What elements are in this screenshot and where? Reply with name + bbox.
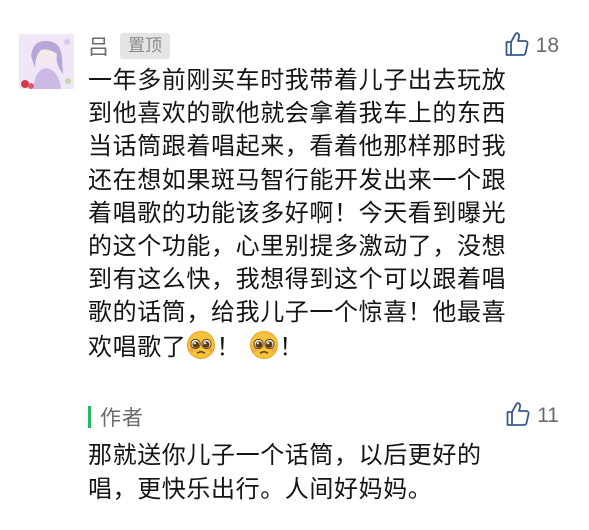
comment-line: 还在想如果斑马智行能开发出来一个跟 — [88, 165, 507, 194]
reply-author-name: 作者 — [100, 406, 144, 430]
thumbs-up-icon — [504, 31, 530, 61]
comment-line: 着唱歌的功能该多好啊！今天看到曝光 — [88, 198, 507, 227]
pleading-face-emoji-icon — [249, 330, 279, 360]
comment-line-text: 欢唱歌了 — [88, 332, 187, 361]
comment-author-name[interactable]: 吕 — [88, 31, 110, 61]
comment-line: 当话筒跟着唱起来，看着他那样那时我 — [88, 132, 507, 161]
comment-header: 吕 置顶 — [88, 30, 170, 62]
reply-body: 那就送你儿子一个话筒，以后更好的 唱，更快乐出行。人间好妈妈。 — [88, 438, 538, 506]
comment-last-line: 欢唱歌了 ！ ！ — [88, 330, 568, 364]
pinned-badge: 置顶 — [120, 33, 170, 59]
reply-like-count: 11 — [537, 404, 559, 427]
pleading-face-emoji-icon — [186, 330, 216, 360]
comment-line: 一年多前刚买车时我带着儿子出去玩放 — [88, 66, 507, 94]
reply-accent-bar — [88, 406, 91, 428]
thumbs-up-icon — [505, 401, 531, 431]
comment-body: 一年多前刚买车时我带着儿子出去玩放 到他喜欢的歌他就会拿着我车上的东西 当话筒跟着唱… — [88, 64, 568, 364]
reply-line: 唱，更快乐出行。人间好妈妈。 — [88, 475, 433, 503]
comment-line-text: ！ — [279, 332, 304, 361]
comment-line: 歌的话筒，给我儿子一个惊喜！他最喜 — [88, 298, 507, 327]
comment-like-count: 18 — [535, 34, 559, 57]
comment-line-text: ！ — [216, 332, 242, 361]
avatar-image — [19, 34, 74, 89]
reply-line: 那就送你儿子一个话筒，以后更好的 — [88, 441, 482, 469]
reply-like-button[interactable]: 11 — [505, 400, 559, 432]
avatar[interactable] — [19, 34, 74, 89]
comment-like-button[interactable]: 18 — [504, 30, 559, 62]
comment-line: 的这个功能，心里别提多激动了，没想 — [88, 232, 507, 261]
comment-line: 到他喜欢的歌他就会拿着我车上的东西 — [88, 99, 507, 128]
comment-line: 到有这么快，我想得到这个可以跟着唱 — [88, 265, 507, 294]
author-reply-header: 作者 — [88, 402, 144, 432]
